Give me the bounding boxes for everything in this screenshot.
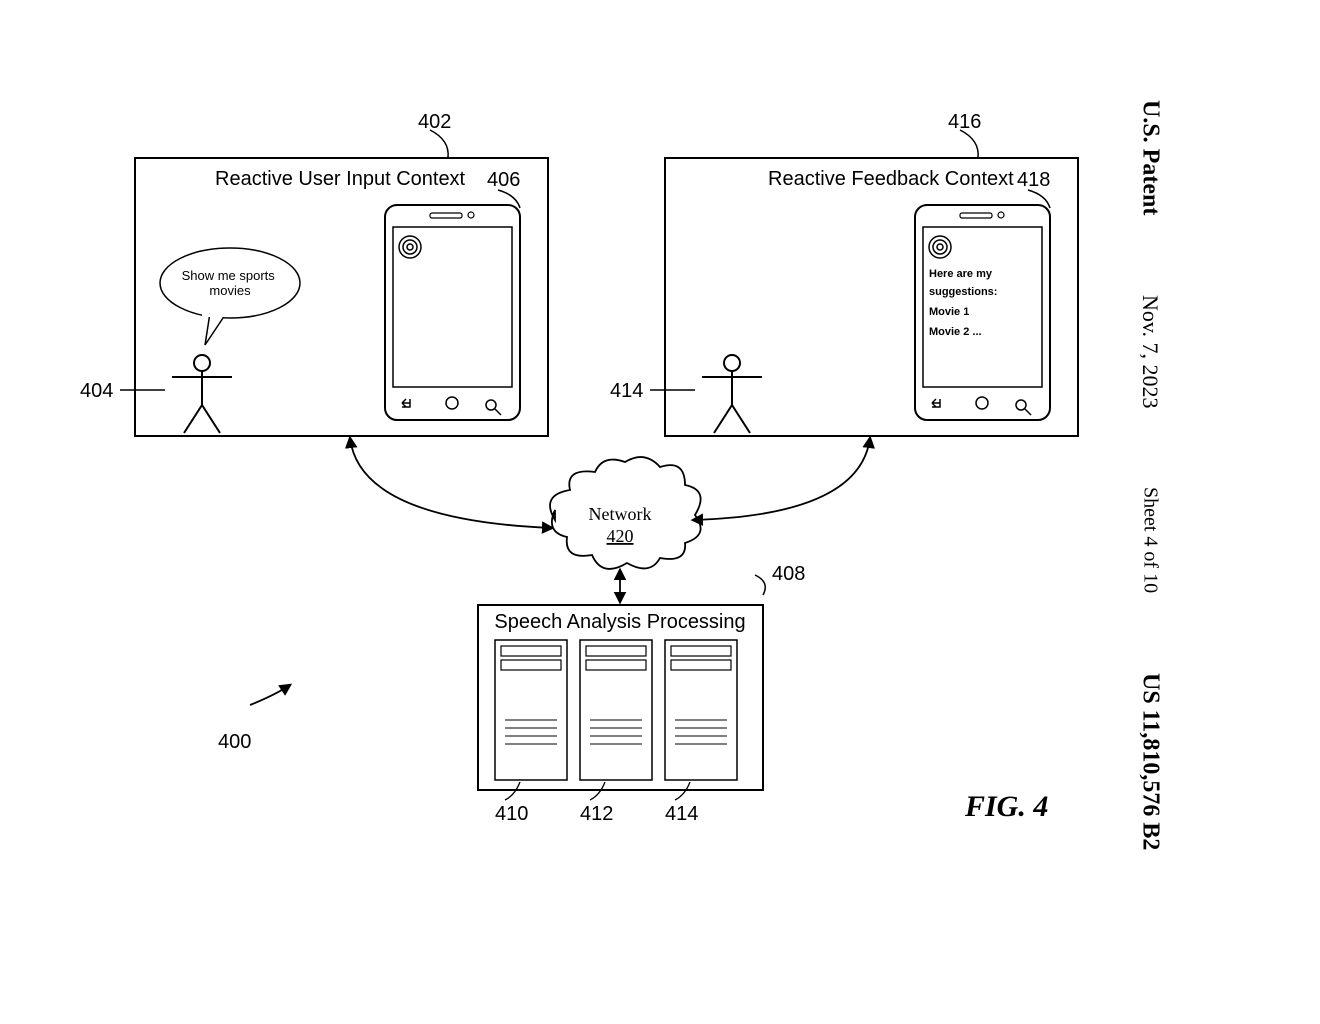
ref-412: 412 [580,803,613,825]
server-1 [495,640,567,780]
left-panel-title: Reactive User Input Context [215,168,466,190]
user-icon [172,355,232,433]
lead-arrow-400 [250,685,290,705]
ref-400: 400 [218,731,251,753]
speech-line-1: Show me sports [182,268,276,283]
ref-414-server: 414 [665,803,698,825]
network-label: Network [589,504,652,524]
phone-line-0: Here are my [929,268,993,280]
network-ref: 420 [607,526,634,546]
ref-416: 416 [948,111,981,133]
right-panel-title: Reactive Feedback Context [768,168,1014,190]
phone-line-2: Movie 1 [929,306,969,318]
ref-410: 410 [495,803,528,825]
right-context-panel: 416 Reactive Feedback Context 414 Here a… [610,111,1078,436]
processing-title: Speech Analysis Processing [494,611,745,633]
ref-414-user: 414 [610,380,643,402]
phone-icon-right: Here are my suggestions: Movie 1 Movie 2… [915,205,1050,420]
arrow-right-to-network [693,438,870,520]
figure-diagram: 402 Reactive User Input Context 404 Show… [0,0,1320,1024]
ref-408: 408 [772,563,805,585]
server-2 [580,640,652,780]
phone-icon-left [385,205,520,420]
patent-figure-page: U.S. Patent Nov. 7, 2023 Sheet 4 of 10 U… [0,0,1320,1024]
processing-panel: Speech Analysis Processing 408 [478,563,805,825]
ref-418: 418 [1017,169,1050,191]
arrow-left-to-network [350,438,552,528]
phone-line-1: suggestions: [929,286,997,298]
phone-line-3: Movie 2 ... [929,326,982,338]
server-3 [665,640,737,780]
ref-402: 402 [418,111,451,133]
ref-406: 406 [487,169,520,191]
user-icon-right [702,355,762,433]
speech-bubble: Show me sports movies [160,248,300,345]
speech-line-2: movies [209,283,251,298]
network-cloud: Network 420 [550,457,701,569]
left-context-panel: 402 Reactive User Input Context 404 Show… [80,111,548,436]
ref-404: 404 [80,380,113,402]
